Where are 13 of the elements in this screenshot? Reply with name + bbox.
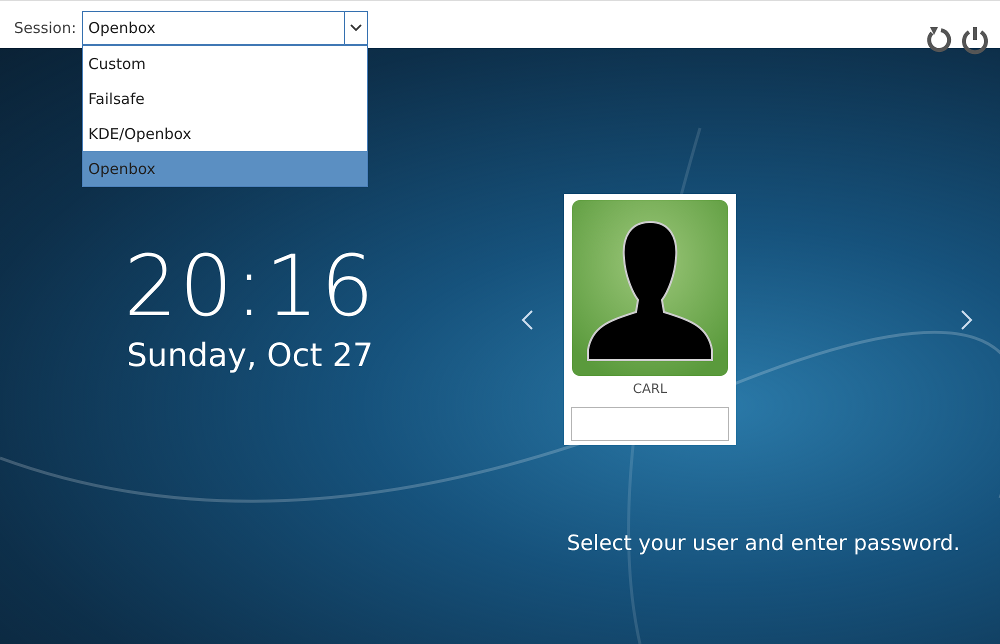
user-card[interactable]: CARL xyxy=(564,194,736,445)
session-option[interactable]: KDE/Openbox xyxy=(83,116,368,151)
session-option[interactable]: Openbox xyxy=(83,151,368,186)
session-dropdown[interactable]: Openbox xyxy=(82,11,368,45)
session-option[interactable]: Custom xyxy=(83,46,368,81)
clock-date: Sunday, Oct 27 xyxy=(126,336,374,374)
clock-time: 20:16 xyxy=(124,244,376,328)
avatar-silhouette-icon xyxy=(572,200,728,376)
login-hint: Select your user and enter password. xyxy=(566,531,960,555)
user-name: CARL xyxy=(632,382,668,397)
session-option[interactable]: Failsafe xyxy=(83,81,368,116)
session-label: Session: xyxy=(14,19,76,37)
password-field[interactable] xyxy=(571,407,729,441)
